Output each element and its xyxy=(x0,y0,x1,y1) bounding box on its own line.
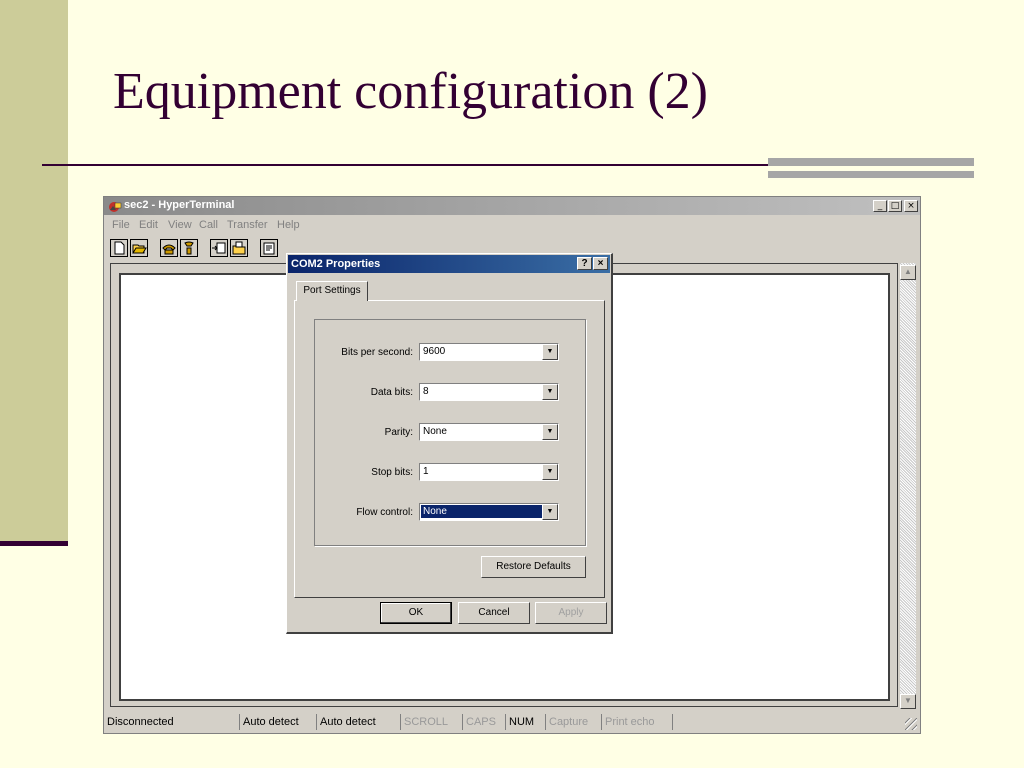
chevron-down-icon[interactable]: ▼ xyxy=(542,344,558,360)
status-capture: Capture xyxy=(545,714,601,730)
scroll-down-icon[interactable]: ▼ xyxy=(900,694,916,709)
window-title: sec2 - HyperTerminal xyxy=(124,199,235,211)
flow-control-value: None xyxy=(421,505,543,518)
parity-label: Parity: xyxy=(384,427,413,438)
dialog-close-button[interactable]: × xyxy=(593,257,608,270)
slide-title: Equipment configuration (2) xyxy=(113,63,708,120)
minimize-button[interactable]: _ xyxy=(873,200,887,212)
receive-icon[interactable] xyxy=(230,239,248,257)
status-settings: Auto detect xyxy=(316,714,400,730)
parity-value: None xyxy=(423,426,447,437)
flow-control-label: Flow control: xyxy=(356,507,413,518)
stop-bits-label: Stop bits: xyxy=(371,467,413,478)
dialog-title: COM2 Properties xyxy=(291,258,381,270)
cancel-button[interactable]: Cancel xyxy=(458,602,530,624)
menu-call[interactable]: Call xyxy=(199,219,218,231)
title-divider-accent xyxy=(768,158,974,166)
ok-button[interactable]: OK xyxy=(380,602,452,624)
restore-defaults-button[interactable]: Restore Defaults xyxy=(481,556,586,578)
stop-bits-select[interactable]: 1 ▼ xyxy=(419,463,559,481)
title-divider xyxy=(42,164,772,166)
menu-file[interactable]: File xyxy=(112,219,130,231)
vertical-scrollbar[interactable]: ▲ ▼ xyxy=(900,263,916,709)
chevron-down-icon[interactable]: ▼ xyxy=(542,384,558,400)
help-button[interactable]: ? xyxy=(577,257,592,270)
bits-per-second-select[interactable]: 9600 ▼ xyxy=(419,343,559,361)
menu-bar: File Edit View Call Transfer Help xyxy=(104,216,920,234)
disconnect-icon[interactable] xyxy=(180,239,198,257)
stop-bits-value: 1 xyxy=(423,466,429,477)
parity-select[interactable]: None ▼ xyxy=(419,423,559,441)
tab-port-settings[interactable]: Port Settings xyxy=(296,281,368,301)
title-divider-accent xyxy=(768,171,974,178)
status-bar: Disconnected Auto detect Auto detect SCR… xyxy=(104,712,920,732)
status-scroll: SCROLL xyxy=(400,714,462,730)
port-settings-group: Bits per second: 9600 ▼ Data bits: 8 ▼ P… xyxy=(314,319,586,546)
send-icon[interactable] xyxy=(210,239,228,257)
resize-grip[interactable] xyxy=(905,718,917,730)
open-icon[interactable] xyxy=(130,239,148,257)
scroll-up-icon[interactable]: ▲ xyxy=(900,265,916,280)
menu-transfer[interactable]: Transfer xyxy=(227,219,268,231)
bits-per-second-value: 9600 xyxy=(423,346,446,357)
status-num: NUM xyxy=(505,714,545,730)
dialog-titlebar[interactable]: COM2 Properties ? × xyxy=(288,255,610,273)
slide-left-rule xyxy=(0,541,68,546)
status-caps: CAPS xyxy=(462,714,505,730)
window-titlebar[interactable]: sec2 - HyperTerminal _ □ × xyxy=(104,197,920,215)
menu-help[interactable]: Help xyxy=(277,219,300,231)
slide-left-band xyxy=(0,0,68,545)
maximize-button[interactable]: □ xyxy=(888,200,902,212)
bits-per-second-label: Bits per second: xyxy=(341,347,413,358)
call-icon[interactable] xyxy=(160,239,178,257)
com-properties-dialog: COM2 Properties ? × Port Settings Bits p… xyxy=(286,253,613,634)
data-bits-select[interactable]: 8 ▼ xyxy=(419,383,559,401)
chevron-down-icon[interactable]: ▼ xyxy=(542,504,558,520)
data-bits-label: Data bits: xyxy=(370,387,413,398)
status-connection: Disconnected xyxy=(107,716,174,728)
status-speed: Auto detect xyxy=(239,714,316,730)
chevron-down-icon[interactable]: ▼ xyxy=(542,424,558,440)
flow-control-select[interactable]: None ▼ xyxy=(419,503,559,521)
hyperterminal-app-icon xyxy=(109,202,122,212)
chevron-down-icon[interactable]: ▼ xyxy=(542,464,558,480)
data-bits-value: 8 xyxy=(423,386,429,397)
close-button[interactable]: × xyxy=(904,200,918,212)
menu-view[interactable]: View xyxy=(168,219,192,231)
menu-edit[interactable]: Edit xyxy=(139,219,158,231)
properties-icon[interactable] xyxy=(260,239,278,257)
new-icon[interactable] xyxy=(110,239,128,257)
apply-button[interactable]: Apply xyxy=(535,602,607,624)
status-print-echo: Print echo xyxy=(601,714,673,730)
